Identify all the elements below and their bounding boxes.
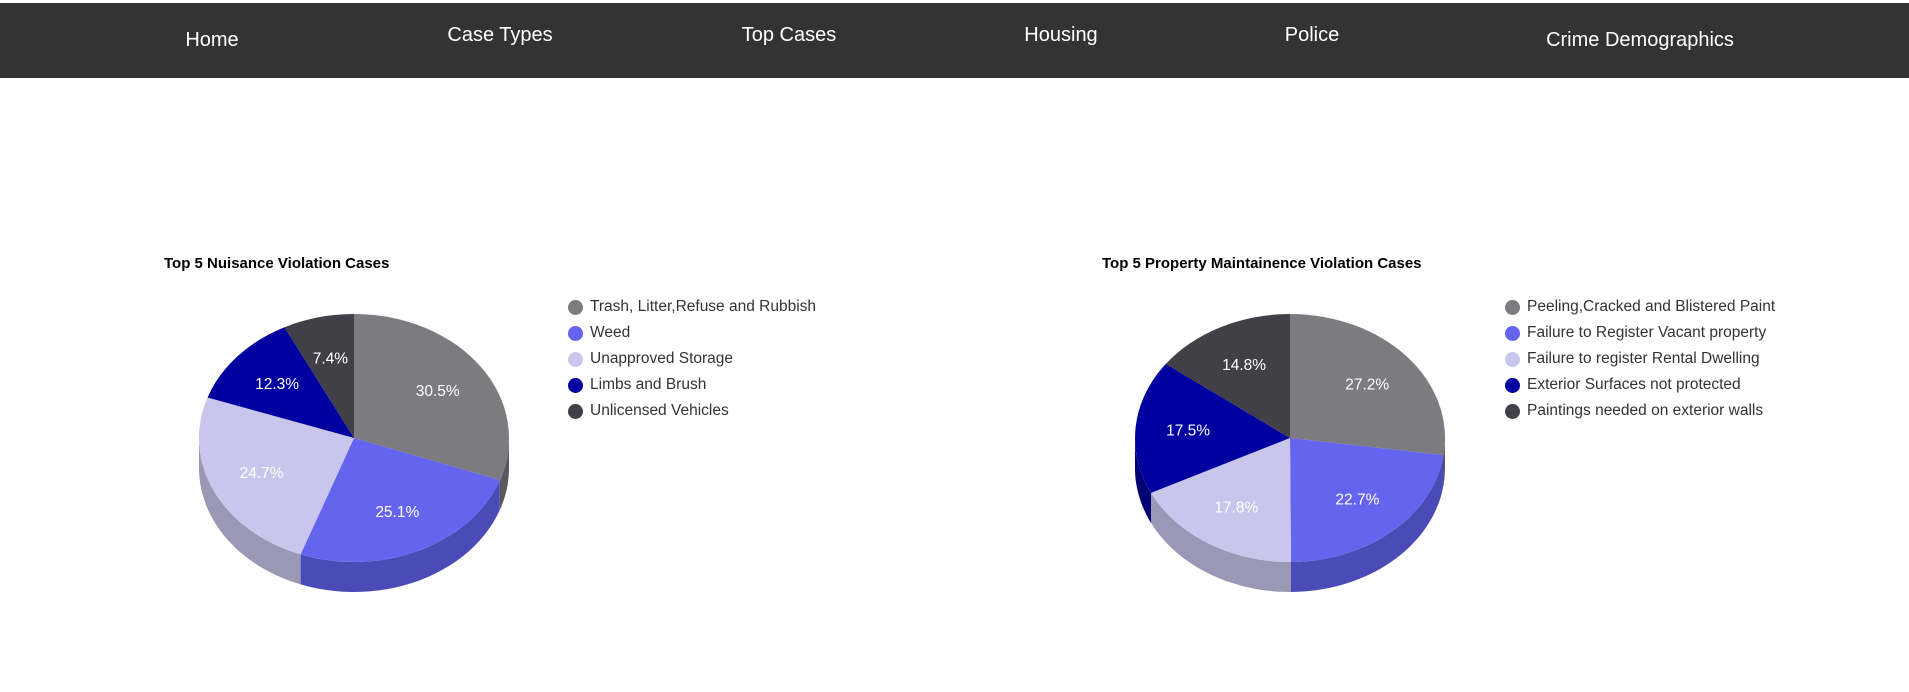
- legend-label: Unapproved Storage: [590, 350, 734, 367]
- top-nav: Home Case Types Top Cases Housing Police…: [0, 3, 1909, 78]
- slice-data-label: 27.2%: [1345, 376, 1389, 393]
- nav-case-types[interactable]: Case Types: [447, 24, 552, 47]
- legend-item[interactable]: Unlicensed Vehicles: [568, 398, 816, 424]
- pie-top-group: [199, 314, 509, 562]
- legend-label: Unlicensed Vehicles: [590, 402, 729, 419]
- legend-label: Failure to register Rental Dwelling: [1527, 350, 1760, 367]
- legend-label: Limbs and Brush: [590, 376, 707, 393]
- legend-item[interactable]: Paintings needed on exterior walls: [1505, 398, 1775, 424]
- nav-top-cases[interactable]: Top Cases: [742, 24, 837, 47]
- legend-swatch: [1505, 404, 1520, 419]
- legend-nuisance: Trash, Litter,Refuse and Rubbish Weed Unap…: [568, 294, 816, 424]
- legend-item[interactable]: Trash, Litter,Refuse and Rubbish: [568, 294, 816, 320]
- legend-label: Weed: [590, 324, 631, 341]
- legend-swatch: [1505, 300, 1520, 315]
- legend-label: Paintings needed on exterior walls: [1527, 402, 1764, 419]
- legend-swatch: [1505, 352, 1520, 367]
- nav-crime-demographics[interactable]: Crime Demographics: [1546, 29, 1734, 52]
- legend-swatch: [568, 326, 583, 341]
- legend-item[interactable]: Peeling,Cracked and Blistered Paint: [1505, 294, 1775, 320]
- legend-swatch: [1505, 326, 1520, 341]
- legend-label: Peeling,Cracked and Blistered Paint: [1527, 298, 1776, 315]
- legend-swatch: [568, 378, 583, 393]
- legend-item[interactable]: Limbs and Brush: [568, 372, 816, 398]
- legend-swatch: [568, 300, 583, 315]
- nav-home[interactable]: Home: [185, 29, 238, 52]
- legend-property-maintenance: Peeling,Cracked and Blistered Paint Failu…: [1505, 294, 1775, 424]
- slice-data-label: 17.5%: [1166, 423, 1210, 440]
- slice-data-label: 14.8%: [1222, 357, 1266, 374]
- slice-data-label: 12.3%: [255, 376, 299, 393]
- slice-data-label: 22.7%: [1335, 492, 1379, 509]
- pie-chart-property-maintenance: 27.2% 22.7% 17.8% 17.5% 14.8%: [1135, 314, 1445, 592]
- legend-item[interactable]: Exterior Surfaces not protected: [1505, 372, 1775, 398]
- nav-police[interactable]: Police: [1285, 24, 1339, 47]
- pie-chart-nuisance: 30.5% 25.1% 24.7% 12.3% 7.4%: [199, 314, 509, 592]
- chart-title-nuisance: Top 5 Nuisance Violation Cases: [164, 255, 390, 272]
- legend-item[interactable]: Failure to register Rental Dwelling: [1505, 346, 1775, 372]
- legend-item[interactable]: Failure to Register Vacant property: [1505, 320, 1775, 346]
- legend-swatch: [1505, 378, 1520, 393]
- legend-label: Trash, Litter,Refuse and Rubbish: [590, 298, 817, 315]
- nav-housing[interactable]: Housing: [1024, 24, 1097, 47]
- legend-item[interactable]: Weed: [568, 320, 816, 346]
- chart-title-property-maintenance: Top 5 Property Maintainence Violation Ca…: [1102, 255, 1422, 272]
- legend-swatch: [568, 404, 583, 419]
- legend-swatch: [568, 352, 583, 367]
- slice-data-label: 25.1%: [375, 504, 419, 521]
- slice-data-label: 17.8%: [1214, 500, 1258, 517]
- slice-data-label: 7.4%: [313, 350, 349, 367]
- slice-data-label: 30.5%: [416, 383, 460, 400]
- legend-item[interactable]: Unapproved Storage: [568, 346, 816, 372]
- slice-data-label: 24.7%: [240, 465, 284, 482]
- legend-label: Failure to Register Vacant property: [1527, 324, 1767, 341]
- legend-label: Exterior Surfaces not protected: [1527, 376, 1741, 393]
